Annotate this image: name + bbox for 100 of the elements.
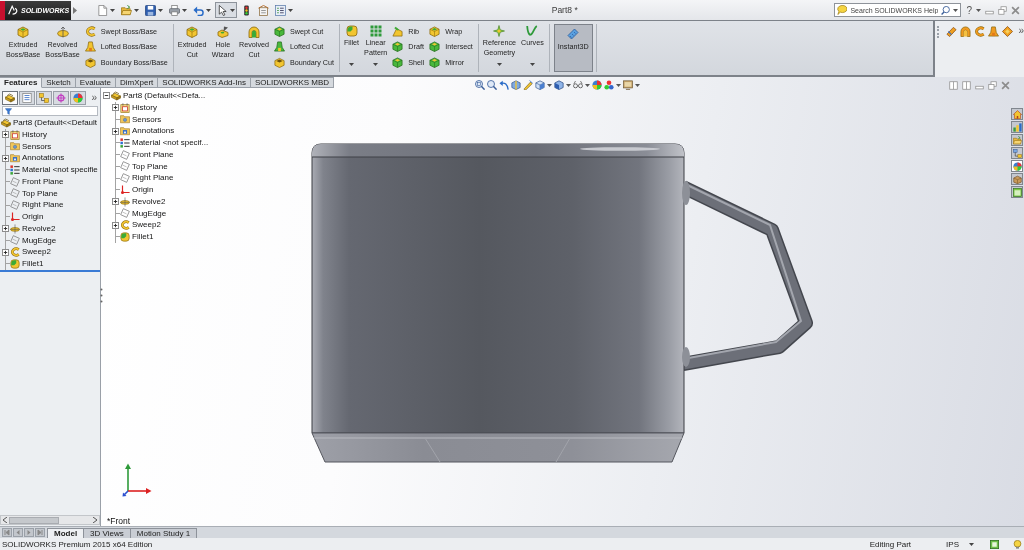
split-view-icon[interactable] <box>949 81 958 90</box>
tree-item[interactable]: Sensors <box>120 113 163 126</box>
shaded-cube-icon[interactable] <box>554 80 564 90</box>
task-pane-tab[interactable] <box>1011 173 1023 185</box>
panel-tab[interactable] <box>19 91 35 105</box>
tree-item[interactable]: MugEdge <box>120 207 168 220</box>
help-button[interactable]: ? <box>966 4 972 16</box>
next-page-icon[interactable] <box>24 528 34 537</box>
task-pane-tab[interactable] <box>1011 121 1023 133</box>
block-icon <box>392 56 404 68</box>
curl-icon <box>84 25 96 37</box>
more-button[interactable]: » <box>1018 26 1024 36</box>
select-button[interactable] <box>215 2 237 18</box>
bulb-icon[interactable] <box>1013 539 1022 549</box>
bell-icon[interactable] <box>988 26 1000 37</box>
tree-item[interactable]: Origin <box>10 211 45 223</box>
monitor-icon[interactable] <box>623 80 633 90</box>
calendar-icon <box>10 129 20 140</box>
expand-icon[interactable] <box>2 154 9 162</box>
tree-item[interactable]: Sensors <box>10 140 53 153</box>
plane-icon <box>10 176 20 187</box>
task-pane-tab[interactable] <box>1011 108 1023 120</box>
tree-item[interactable]: Front Plane <box>120 148 175 161</box>
tree-item[interactable]: History <box>120 101 158 114</box>
split-view-icon[interactable] <box>962 81 971 90</box>
arch-icon[interactable] <box>960 26 972 37</box>
curved-arrow-icon[interactable] <box>499 80 509 90</box>
save-button[interactable] <box>143 2 165 18</box>
sparkle-icon <box>493 25 506 37</box>
panel-tab[interactable] <box>36 91 52 105</box>
search-icon[interactable] <box>941 5 951 15</box>
expand-icon[interactable] <box>112 127 119 135</box>
color-list-icon <box>10 164 20 175</box>
zoom-icon[interactable] <box>487 80 497 90</box>
color-wheel-icon[interactable] <box>592 80 602 90</box>
tree-item[interactable]: Revolve2 <box>120 195 167 208</box>
tree-item[interactable]: Part8 (Default<<Defa... <box>111 90 207 102</box>
new-button[interactable] <box>95 2 117 18</box>
previous-page-icon[interactable] <box>13 528 23 537</box>
tape-icon[interactable] <box>946 26 958 37</box>
zoom-to-fit-icon[interactable] <box>475 80 485 90</box>
filter-field[interactable] <box>2 106 98 116</box>
collapse-icon[interactable] <box>103 92 110 100</box>
expand-icon[interactable] <box>2 225 9 233</box>
tree-item[interactable]: History <box>10 128 48 141</box>
tree-item[interactable]: Fillet1 <box>120 231 155 243</box>
task-pane-tab[interactable] <box>1011 147 1023 159</box>
axes-icon <box>120 184 130 195</box>
cube-icon[interactable] <box>535 80 545 90</box>
tree-item[interactable]: Top Plane <box>120 160 169 173</box>
restore-icon[interactable] <box>988 81 997 90</box>
tree-item[interactable]: Fillet1 <box>10 258 45 270</box>
section-cube-icon[interactable] <box>511 80 521 90</box>
panel-tab[interactable] <box>70 91 86 105</box>
tree-item[interactable]: Sweep2 <box>120 219 162 231</box>
task-pane-tab[interactable] <box>1011 134 1023 146</box>
tree-item[interactable]: Sweep2 <box>10 246 52 258</box>
expand-icon[interactable] <box>2 131 9 139</box>
tree-item[interactable]: Material <not specif... <box>120 137 210 149</box>
panel-tab[interactable] <box>53 91 69 105</box>
pen-icon[interactable] <box>523 80 533 90</box>
more-button[interactable]: » <box>91 93 97 103</box>
expand-icon[interactable] <box>2 248 9 256</box>
panel-tab[interactable] <box>2 91 18 105</box>
balls-icon[interactable] <box>604 80 614 90</box>
restore-icon[interactable] <box>998 5 1007 15</box>
plane-icon <box>120 173 130 184</box>
close-icon[interactable] <box>1001 81 1010 90</box>
tree-item[interactable]: Front Plane <box>10 175 65 188</box>
tree-item[interactable]: Origin <box>120 184 155 196</box>
tree-item[interactable]: Revolve2 <box>10 222 57 235</box>
tree-item[interactable]: MugEdge <box>10 234 58 247</box>
plane-icon <box>120 149 130 160</box>
curl-icon[interactable] <box>974 26 986 37</box>
glasses-icon[interactable] <box>573 80 583 90</box>
diamond-icon[interactable] <box>1002 26 1014 37</box>
task-pane-tab[interactable] <box>1011 160 1023 172</box>
tree-item[interactable]: Right Plane <box>120 172 175 184</box>
grip-icon[interactable] <box>937 26 940 38</box>
close-icon[interactable] <box>1011 5 1020 15</box>
tree-item[interactable]: Part8 (Default<<Default <box>1 117 99 129</box>
house-icon <box>1012 109 1022 119</box>
scroll-thumb[interactable] <box>9 516 59 524</box>
expand-icon[interactable] <box>112 198 119 206</box>
expand-icon[interactable] <box>112 104 119 112</box>
task-pane-tab[interactable] <box>1011 186 1023 198</box>
expand-arrow-icon[interactable] <box>73 6 77 14</box>
first-page-icon[interactable] <box>2 528 12 537</box>
expand-icon[interactable] <box>112 221 119 229</box>
last-page-icon[interactable] <box>35 528 45 537</box>
options-button[interactable] <box>273 2 295 18</box>
tree-item[interactable]: Material <not specifie <box>10 164 99 176</box>
tree-item[interactable]: Annotations <box>120 125 176 137</box>
units-selector[interactable]: IPS <box>946 539 959 549</box>
print-button[interactable] <box>167 2 189 18</box>
tree-item[interactable]: Right Plane <box>10 199 65 211</box>
tree-item[interactable]: Top Plane <box>10 187 59 200</box>
tree-item[interactable]: Annotations <box>10 152 66 164</box>
folder-icon <box>121 4 132 16</box>
open-button[interactable] <box>119 2 141 18</box>
